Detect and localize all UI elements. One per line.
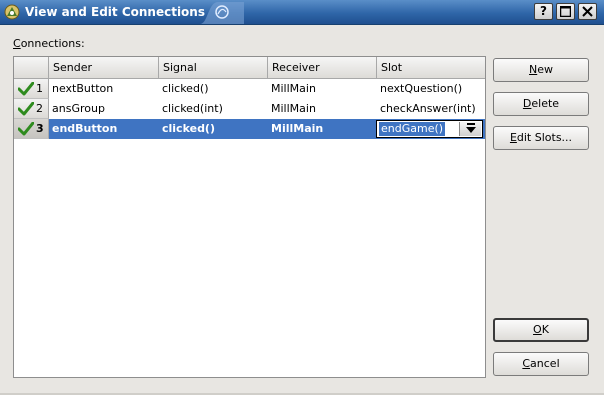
cell-receiver[interactable]: MillMain <box>268 79 316 99</box>
cell-slot[interactable]: checkAnswer(int) <box>377 99 476 119</box>
new-button[interactable]: New <box>493 58 589 82</box>
arrow-down-icon <box>466 123 476 133</box>
cancel-button-label: ancel <box>530 357 560 370</box>
row-header-selected[interactable]: 3 <box>14 119 49 139</box>
edit-slots-button-label: dit Slots... <box>516 131 573 144</box>
close-icon <box>582 6 593 17</box>
cell-receiver[interactable]: MillMain <box>268 119 323 139</box>
row-number: 1 <box>36 82 43 95</box>
slot-combobox[interactable]: endGame() <box>376 120 483 138</box>
cell-signal[interactable]: clicked() <box>159 119 215 139</box>
cell-slot[interactable]: nextQuestion() <box>377 79 462 99</box>
window-title: View and Edit Connections <box>25 5 205 19</box>
cell-sender[interactable]: nextButton <box>49 79 113 99</box>
slot-combobox-value: endGame() <box>379 122 446 136</box>
row-number: 3 <box>36 122 44 135</box>
title-decoration <box>200 2 244 24</box>
cancel-button-mnemonic: C <box>522 357 531 370</box>
cancel-button[interactable]: Cancel <box>493 352 589 376</box>
ok-button[interactable]: OK <box>493 318 589 342</box>
close-button[interactable] <box>578 3 597 20</box>
connections-label-rest: onnections: <box>20 37 85 50</box>
designer-app-icon[interactable] <box>4 4 20 20</box>
ok-button-mnemonic: O <box>533 323 542 336</box>
new-button-label: ew <box>537 63 553 76</box>
connections-table[interactable]: Sender Signal Receiver Slot 1 nextButton… <box>13 56 486 378</box>
column-header-signal[interactable]: Signal <box>159 57 268 79</box>
check-icon <box>18 82 34 96</box>
row-header[interactable]: 1 <box>14 79 49 99</box>
column-header-slot[interactable]: Slot <box>377 57 485 79</box>
connections-label-mnemonic: C <box>13 37 21 50</box>
new-button-mnemonic: N <box>529 63 538 76</box>
table-corner <box>14 57 49 79</box>
column-header-sender[interactable]: Sender <box>49 57 159 79</box>
title-bar[interactable]: View and Edit Connections ? <box>0 0 604 25</box>
row-header[interactable]: 2 <box>14 99 49 119</box>
edit-slots-button-mnemonic: E <box>509 131 517 144</box>
cell-sender[interactable]: endButton <box>49 119 117 139</box>
cell-receiver[interactable]: MillMain <box>268 99 316 119</box>
delete-button[interactable]: Delete <box>493 92 589 116</box>
check-icon <box>18 102 34 116</box>
cell-sender[interactable]: ansGroup <box>49 99 105 119</box>
edit-slots-button[interactable]: Edit Slots... <box>493 126 589 150</box>
combobox-dropdown-button[interactable] <box>459 122 481 136</box>
maximize-button[interactable] <box>556 3 575 20</box>
column-header-receiver[interactable]: Receiver <box>268 57 377 79</box>
ok-button-label: K <box>541 323 549 336</box>
delete-button-label: elete <box>531 97 560 110</box>
cell-signal[interactable]: clicked(int) <box>159 99 223 119</box>
connections-label: Connections: <box>13 37 85 50</box>
row-number: 2 <box>36 102 43 115</box>
help-button[interactable]: ? <box>534 3 553 20</box>
cell-signal[interactable]: clicked() <box>159 79 209 99</box>
maximize-icon <box>559 5 572 18</box>
check-icon <box>18 122 34 136</box>
